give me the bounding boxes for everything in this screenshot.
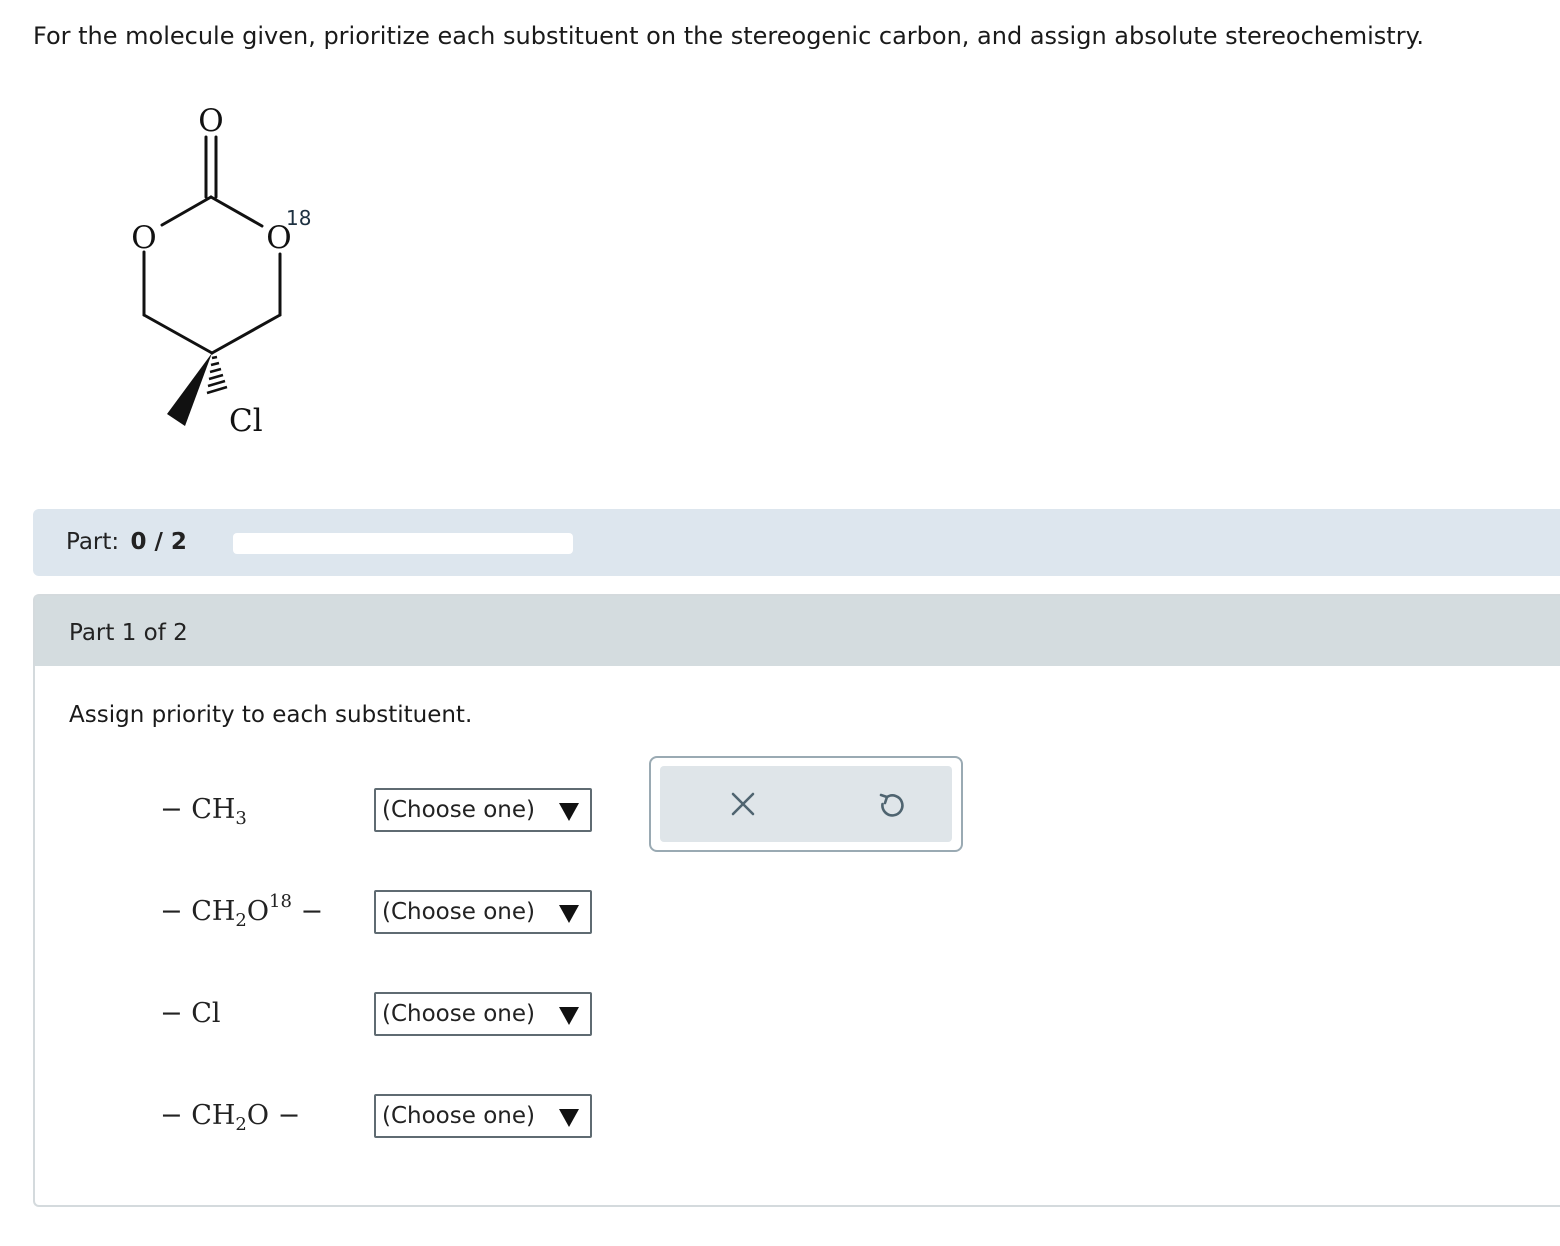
progress-score: 0 / 2 <box>130 529 187 555</box>
undo-icon <box>879 793 904 817</box>
substituent-row-ch2o: − CH2O − (Choose one) <box>35 1091 635 1141</box>
atom-label-carbonyl-o: O <box>198 103 223 139</box>
substituent-row-ch2o18: − CH2O18 − (Choose one) <box>35 887 635 937</box>
progress-label-text: Part: <box>66 529 120 555</box>
clear-answer-button[interactable] <box>703 766 783 842</box>
bond-c6-c5 <box>142 313 214 355</box>
substituent-row-ch3: − CH3 (Choose one) <box>35 785 635 835</box>
substituent-formula: − CH3 <box>160 794 247 829</box>
isotope-label: 18 <box>286 206 311 230</box>
priority-select-value: (Choose one) <box>382 1001 535 1027</box>
bond-c2-o3 <box>209 195 264 228</box>
substituent-formula: − Cl <box>160 998 221 1029</box>
dropdown-arrow-icon <box>559 1109 579 1127</box>
substituent-row-cl: − Cl (Choose one) <box>35 989 635 1039</box>
bond-c2-o1 <box>160 195 213 227</box>
substituent-formula: − CH2O − <box>160 1100 301 1135</box>
priority-select-ch3[interactable]: (Choose one) <box>374 788 592 832</box>
priority-select-cl[interactable]: (Choose one) <box>374 992 592 1036</box>
answer-actions-panel <box>649 756 963 852</box>
priority-select-ch2o18[interactable]: (Choose one) <box>374 890 592 934</box>
bond-c4-c5 <box>210 313 282 355</box>
progress-label: Part: 0 / 2 <box>66 529 187 555</box>
dropdown-arrow-icon <box>559 1007 579 1025</box>
dropdown-arrow-icon <box>559 803 579 821</box>
progress-track <box>233 533 573 554</box>
answer-actions-toolbar <box>660 766 952 842</box>
priority-select-value: (Choose one) <box>382 1103 535 1129</box>
part-header: Part 1 of 2 <box>35 596 1560 666</box>
priority-select-value: (Choose one) <box>382 899 535 925</box>
atom-label-chlorine: Cl <box>229 403 263 439</box>
part-title: Part 1 of 2 <box>69 620 188 646</box>
close-icon <box>731 792 755 816</box>
priority-select-value: (Choose one) <box>382 797 535 823</box>
priority-select-ch2o[interactable]: (Choose one) <box>374 1094 592 1138</box>
dropdown-arrow-icon <box>559 905 579 923</box>
instruction-text: Assign priority to each substituent. <box>69 702 473 728</box>
atom-label-ring-o: O <box>131 220 156 256</box>
part-card: Part 1 of 2 Assign priority to each subs… <box>33 594 1560 1207</box>
reset-answer-button[interactable] <box>850 766 930 842</box>
substituent-formula: − CH2O18 − <box>160 891 324 931</box>
chlorine-hash-bond <box>206 355 228 395</box>
molecule-structure: O O O 18 Cl <box>131 103 311 439</box>
progress-bar-panel: Part: 0 / 2 <box>33 509 1560 576</box>
methyl-wedge-bond <box>167 353 212 426</box>
